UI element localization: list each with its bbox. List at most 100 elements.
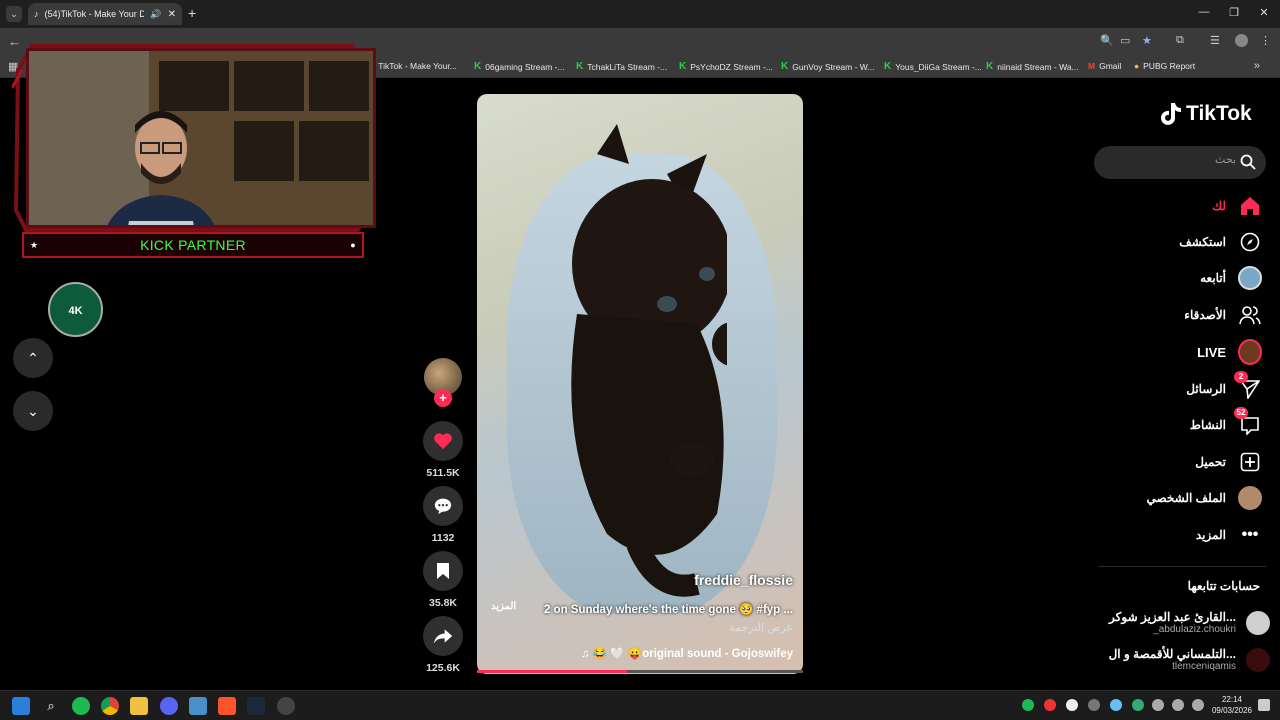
- volume-icon[interactable]: [1172, 699, 1184, 711]
- spotify-icon[interactable]: [72, 697, 90, 715]
- following-avatar: [1238, 266, 1262, 290]
- video-sound-link[interactable]: ♫ 😂 🤍 😛original sound - Gojoswifey: [581, 646, 793, 660]
- nav-label: استكشف: [1179, 235, 1226, 249]
- following-account-item[interactable]: القارئ عبد العزيز شوكر... _abdulaziz.cho…: [1109, 610, 1270, 635]
- bookmark-item[interactable]: ♪TikTok - Make Your...: [370, 61, 457, 71]
- caption-more-link[interactable]: المزيد: [491, 601, 516, 612]
- nav-label: النشاط: [1189, 418, 1226, 432]
- chrome-icon[interactable]: [101, 697, 119, 715]
- tab-search-icon[interactable]: ☰: [1210, 34, 1220, 47]
- following-account-item[interactable]: التلمساني للأقمصة و ال... tlemceniqamis: [1109, 647, 1270, 672]
- bookmark-item[interactable]: K PsYchoDZ Stream -...: [679, 61, 773, 72]
- tab-title: (54)TikTok - Make Your Day: [44, 9, 145, 19]
- pubg-icon: ●: [1134, 61, 1140, 71]
- tiktok-wordmark: TikTok: [1186, 102, 1252, 125]
- nav-more[interactable]: المزيد •••: [1196, 523, 1262, 547]
- bookmark-item[interactable]: K Yous_DiiGa Stream -...: [884, 61, 982, 72]
- video-progress-bar[interactable]: [477, 670, 803, 673]
- bookmarks-overflow-icon[interactable]: »: [1254, 60, 1260, 72]
- tiktok-logo[interactable]: TikTok: [1160, 102, 1252, 126]
- nav-explore[interactable]: استكشف: [1179, 230, 1262, 254]
- user-icon: ●: [350, 240, 356, 250]
- kick-partner-banner: ★ KICK PARTNER ●: [22, 232, 364, 258]
- chevron-up-icon: ⌃: [27, 349, 39, 366]
- steam-icon[interactable]: [247, 697, 265, 715]
- photos-icon[interactable]: [189, 697, 207, 715]
- bookmark-star-icon[interactable]: ★: [1142, 34, 1152, 47]
- kick-icon: K: [474, 61, 482, 72]
- bookmark-label: niinaid Stream - Wa...: [997, 61, 1079, 72]
- bookmark-label: Gmail: [1099, 61, 1122, 71]
- save-button[interactable]: [423, 551, 463, 591]
- tray-icon[interactable]: [1132, 699, 1144, 711]
- nav-following[interactable]: أتابعه: [1200, 266, 1262, 290]
- account-handle: tlemceniqamis: [1172, 661, 1236, 672]
- previous-video-button[interactable]: ⌃: [13, 338, 53, 378]
- activity-badge: 52: [1234, 407, 1248, 419]
- obs-icon[interactable]: [277, 697, 295, 715]
- system-clock[interactable]: 22:14 09/03/2026: [1212, 694, 1252, 716]
- spotify-tray-icon[interactable]: [1022, 699, 1034, 711]
- bookmark-label: PUBG Report: [1143, 61, 1196, 71]
- account-avatar: [1246, 610, 1270, 635]
- video-author-username[interactable]: freddie_flossie: [694, 572, 793, 588]
- clock-date: 09/03/2026: [1211, 706, 1252, 715]
- microphone-icon[interactable]: [1152, 699, 1164, 711]
- bookmark-item[interactable]: K 06gaming Stream -...: [474, 61, 565, 72]
- steam-tray-icon[interactable]: [1110, 699, 1122, 711]
- mic-tray-icon[interactable]: [1044, 699, 1056, 711]
- tray-icon[interactable]: [1088, 699, 1100, 711]
- kitten-illustration: [571, 124, 727, 597]
- bookmark-item[interactable]: M Gmail: [1088, 61, 1121, 71]
- profile-avatar[interactable]: [1235, 34, 1248, 47]
- network-icon[interactable]: [1192, 699, 1204, 711]
- minimize-button[interactable]: —: [1194, 6, 1214, 18]
- brave-icon[interactable]: [218, 697, 236, 715]
- search-input[interactable]: [1104, 154, 1236, 166]
- search-icon[interactable]: [1240, 154, 1256, 170]
- bookmark-item[interactable]: K GunVoy Stream - W...: [781, 61, 874, 72]
- bookmark-item[interactable]: ● PUBG Report: [1134, 61, 1195, 71]
- nav-label: تحميل: [1195, 455, 1226, 469]
- menu-kebab-icon[interactable]: ⋮: [1260, 34, 1271, 47]
- file-explorer-icon[interactable]: [130, 697, 148, 715]
- account-avatar: [1246, 647, 1270, 672]
- audio-playing-icon[interactable]: 🔊: [150, 9, 161, 20]
- bookmark-label: 06gaming Stream -...: [485, 61, 565, 72]
- video-player[interactable]: freddie_flossie المزيد 2 on Sunday where…: [477, 94, 803, 674]
- zoom-icon[interactable]: 🔍: [1100, 34, 1114, 47]
- nav-live[interactable]: LIVE: [1197, 339, 1262, 365]
- nav-friends[interactable]: الأصدقاء: [1184, 303, 1262, 327]
- like-button[interactable]: [423, 421, 463, 461]
- restore-button[interactable]: ❐: [1224, 6, 1244, 19]
- home-icon: [1238, 194, 1262, 218]
- close-tab-icon[interactable]: ✕: [168, 9, 176, 20]
- cast-icon[interactable]: ▭: [1120, 34, 1130, 47]
- tab-list-button[interactable]: ⌄: [6, 6, 22, 22]
- see-translation-link[interactable]: عرض الترجمة: [729, 621, 793, 634]
- extensions-icon[interactable]: ⧉: [1176, 34, 1184, 47]
- notifications-icon[interactable]: [1258, 699, 1270, 711]
- nav-messages[interactable]: الرسائل 2: [1186, 371, 1262, 401]
- browser-tab-tiktok[interactable]: ♪ (54)TikTok - Make Your Day 🔊 ✕: [28, 3, 182, 25]
- app-tray-icon[interactable]: [1066, 699, 1078, 711]
- search-icon[interactable]: ⌕: [42, 697, 60, 715]
- new-tab-button[interactable]: +: [188, 6, 196, 20]
- comment-button[interactable]: [423, 486, 463, 526]
- bookmark-item[interactable]: K TchakLiTa Stream -...: [576, 61, 667, 72]
- nav-activity[interactable]: النشاط 52: [1189, 407, 1262, 437]
- bookmark-item[interactable]: Kniinaid Stream - Wa...: [986, 61, 1079, 72]
- 4k-streamers-logo: 4K: [48, 282, 103, 337]
- ellipsis-icon: •••: [1241, 526, 1259, 543]
- discord-icon[interactable]: [160, 697, 178, 715]
- nav-upload[interactable]: تحميل: [1195, 450, 1262, 474]
- nav-profile[interactable]: الملف الشخصي: [1146, 486, 1262, 510]
- follow-plus-button[interactable]: +: [434, 389, 452, 407]
- friends-icon: [1238, 303, 1262, 327]
- close-window-button[interactable]: ✕: [1254, 6, 1274, 19]
- next-video-button[interactable]: ⌄: [13, 391, 53, 431]
- windows-start-icon[interactable]: [12, 697, 30, 715]
- nav-for-you[interactable]: لك: [1212, 194, 1262, 218]
- search-box[interactable]: [1094, 146, 1266, 179]
- share-button[interactable]: [423, 616, 463, 656]
